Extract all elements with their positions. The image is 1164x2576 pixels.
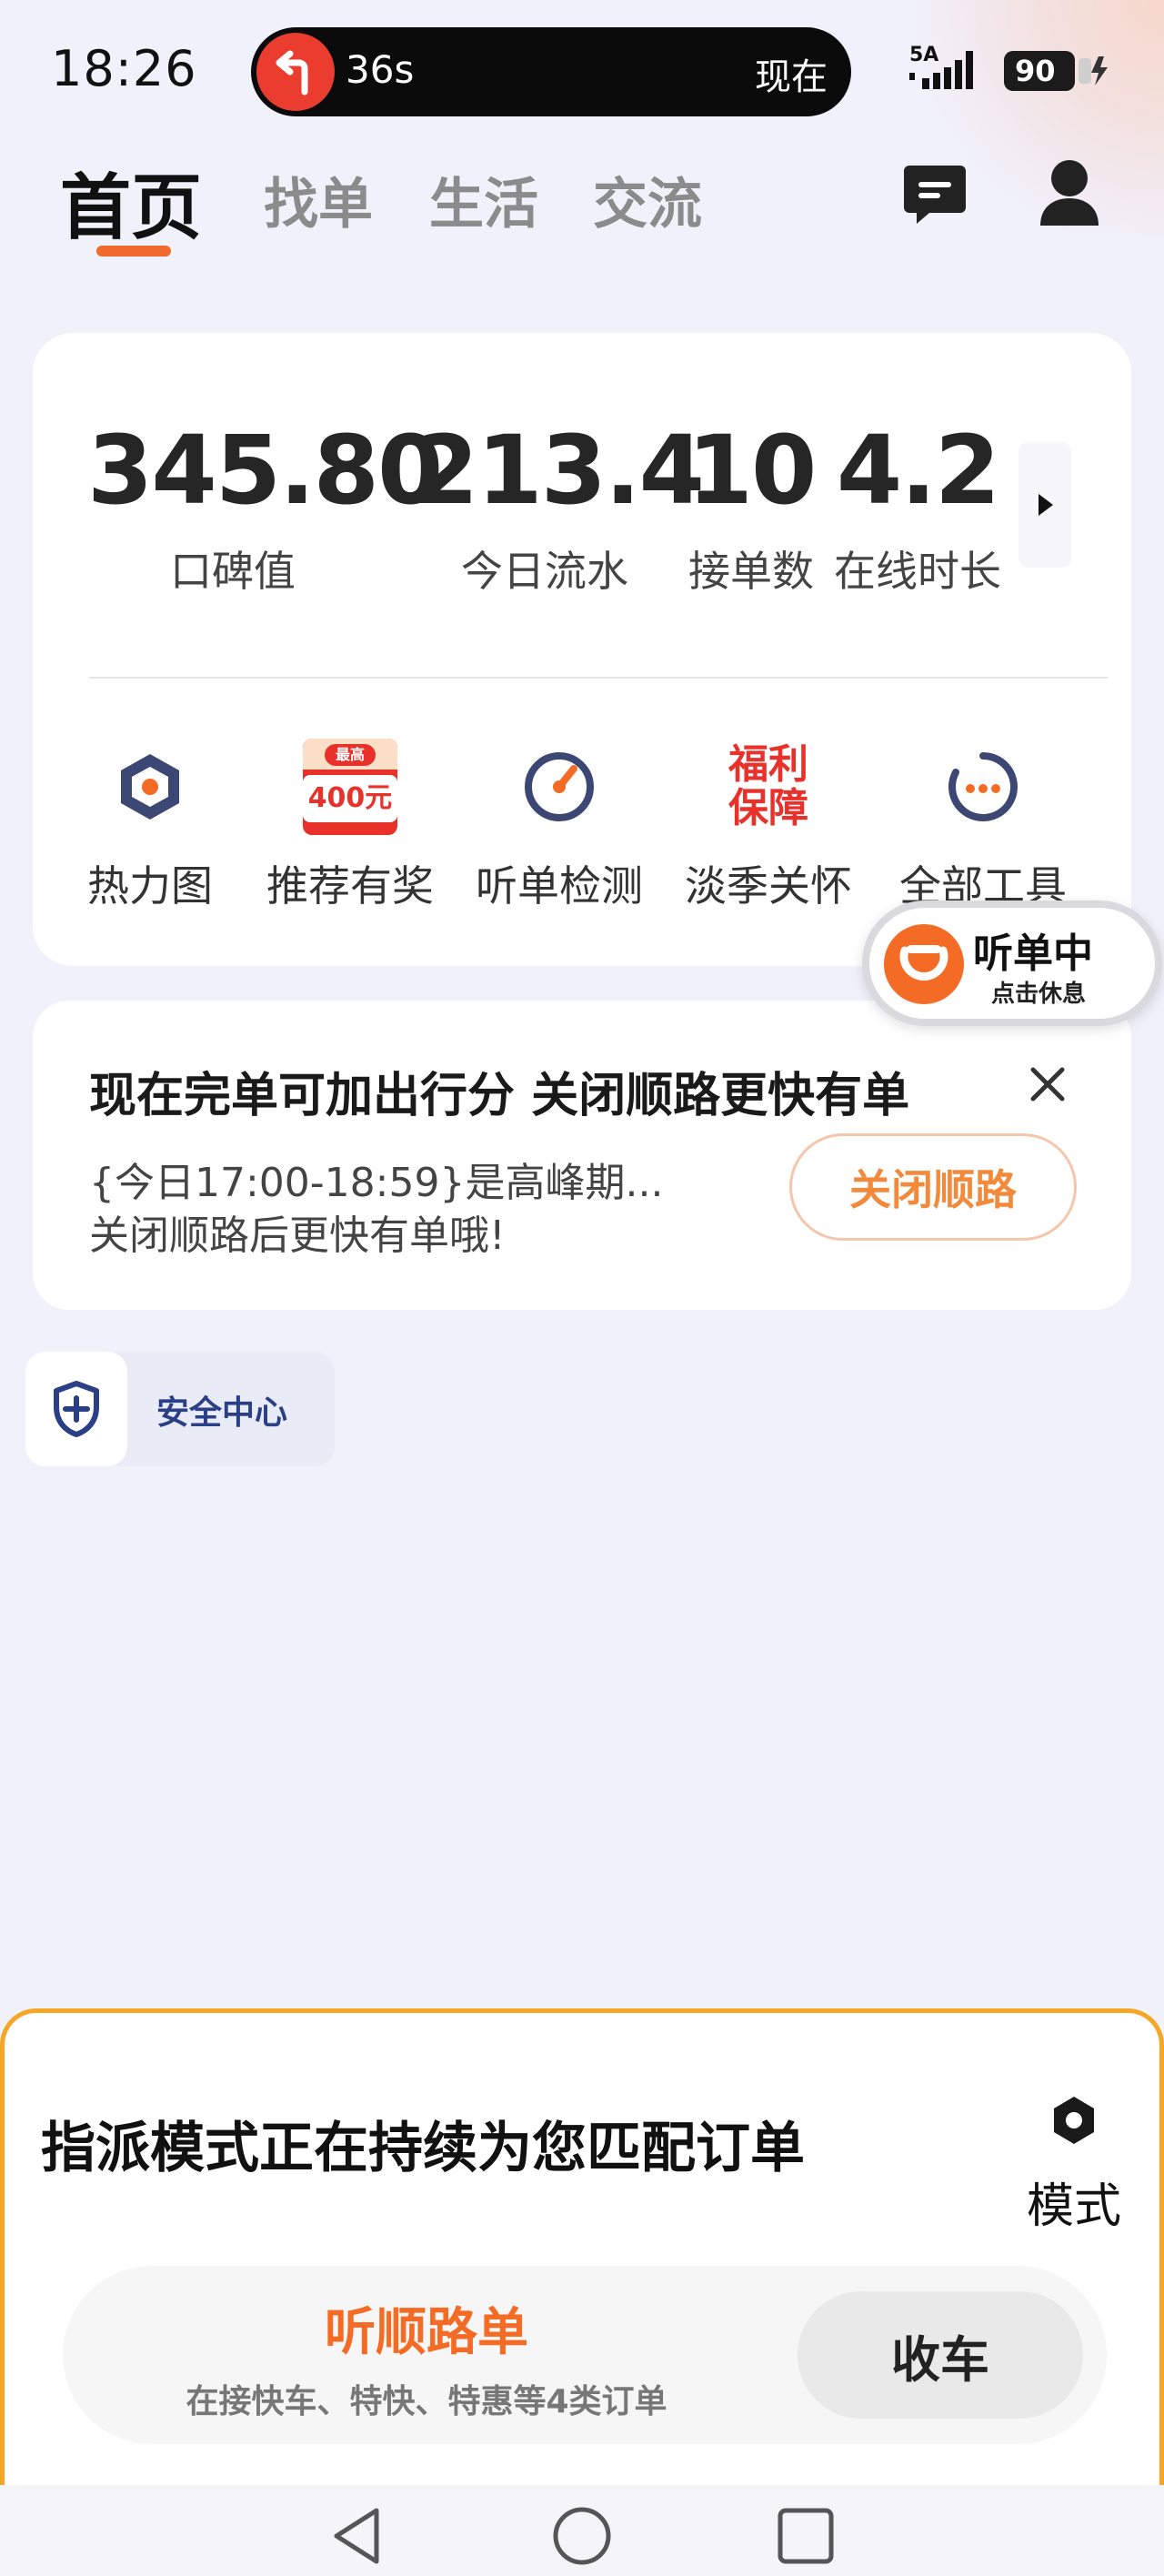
status-bar: 18:26 36s 现在 5A 90 — [0, 0, 1164, 146]
stat-order-count[interactable]: 10 接单数 — [669, 420, 833, 599]
stat-today-revenue[interactable]: 213.4 今日流水 — [413, 415, 705, 599]
stat-label: 接单数 — [688, 547, 814, 596]
stats-more-button[interactable] — [1018, 442, 1071, 568]
badge-value: 400元 — [303, 775, 397, 822]
heatmap-icon — [100, 737, 200, 837]
system-nav-bar — [0, 2485, 1164, 2576]
tab-life[interactable]: 生活 — [429, 160, 538, 239]
tool-referral-reward[interactable]: 最高 400元 推荐有奖 — [255, 737, 446, 913]
message-icon[interactable] — [900, 160, 969, 229]
mode-label[interactable]: 模式 — [1027, 2168, 1121, 2236]
notice-line-2: 关闭顺路后更快有单哦! — [89, 1213, 506, 1259]
more-dots-icon — [933, 737, 1033, 837]
tool-label: 听单检测 — [476, 861, 643, 911]
route-subtitle: 在接快车、特快、特惠等4类订单 — [186, 2383, 667, 2420]
welfare-badge-text: 福利保障 — [728, 741, 808, 831]
route-order-bar[interactable]: 听顺路单 在接快车、特快、特惠等4类订单 收车 — [63, 2266, 1107, 2444]
stat-value: 213.4 — [413, 415, 705, 526]
nav-now: 现在 — [755, 56, 828, 98]
home-icon[interactable] — [551, 2505, 613, 2567]
tool-all-tools[interactable]: 全部工具 — [888, 737, 1079, 913]
tool-heatmap[interactable]: 热力图 — [55, 737, 246, 913]
shield-icon — [25, 1352, 127, 1466]
stat-value: 4.2 — [836, 415, 1000, 526]
stats-card: 345.80 口碑值 213.4 今日流水 10 接单数 4.2 在线时长 热力… — [33, 333, 1131, 966]
notice-title: 现在完单可加出行分 关闭顺路更快有单 — [89, 1069, 910, 1123]
tool-label: 热力图 — [87, 861, 213, 911]
safety-center-button[interactable]: 安全中心 — [25, 1352, 335, 1466]
notice-line-1: {今日17:00-18:59}是高峰期... — [89, 1160, 664, 1206]
nav-eta: 36s — [346, 47, 415, 92]
stat-online-hours[interactable]: 4.2 在线时长 — [822, 420, 1013, 599]
stat-label: 今日流水 — [461, 547, 628, 596]
mode-icon[interactable] — [1038, 2084, 1110, 2157]
stat-label: 口碑值 — [170, 547, 296, 596]
divider — [89, 677, 1108, 679]
referral-reward-icon: 最高 400元 — [300, 737, 400, 837]
tab-home[interactable]: 首页 — [60, 151, 202, 253]
close-route-button[interactable]: 关闭顺路 — [789, 1133, 1077, 1241]
play-arrow-icon — [1039, 494, 1053, 516]
stat-label: 在线时长 — [834, 547, 1001, 596]
close-icon[interactable] — [1020, 1057, 1075, 1112]
listening-status-button[interactable]: 听单中 点击休息 — [862, 901, 1162, 1026]
stat-reputation[interactable]: 345.80 口碑值 — [87, 415, 443, 599]
listening-subtitle: 点击休息 — [991, 981, 1087, 1008]
go-offline-button[interactable]: 收车 — [798, 2291, 1083, 2419]
charging-icon — [1079, 55, 1109, 87]
route-title: 听顺路单 — [325, 2303, 528, 2362]
tool-offseason-care[interactable]: 福利保障 淡季关怀 — [673, 737, 864, 913]
battery-level: 90 — [1004, 51, 1075, 91]
profile-icon[interactable] — [1037, 156, 1102, 229]
recents-icon[interactable] — [775, 2505, 837, 2567]
dispatch-panel: 指派模式正在持续为您匹配订单 模式 听顺路单 在接快车、特快、特惠等4类订单 收… — [0, 2008, 1164, 2500]
safety-center-label: 安全中心 — [156, 1394, 288, 1432]
turn-left-icon — [256, 33, 335, 111]
notice-card: 现在完单可加出行分 关闭顺路更快有单 {今日17:00-18:59}是高峰期..… — [33, 1001, 1131, 1310]
stat-value: 345.80 — [87, 415, 443, 526]
tool-label: 淡季关怀 — [685, 861, 852, 911]
tab-find-orders[interactable]: 找单 — [264, 160, 373, 239]
tool-order-check[interactable]: 听单检测 — [464, 737, 655, 913]
welfare-icon: 福利保障 — [718, 737, 818, 837]
gauge-icon — [509, 737, 609, 837]
badge-top: 最高 — [325, 744, 376, 766]
tool-label: 推荐有奖 — [266, 861, 434, 911]
listening-title: 听单中 — [973, 931, 1093, 977]
signal-icon: 5A — [909, 45, 997, 91]
navigation-pill[interactable]: 36s 现在 — [251, 27, 851, 116]
dispatch-title: 指派模式正在持续为您匹配订单 — [41, 2117, 805, 2180]
back-icon[interactable] — [327, 2505, 389, 2567]
tab-community[interactable]: 交流 — [593, 160, 702, 239]
top-nav: 首页 找单 生活 交流 — [0, 146, 1164, 273]
active-tab-indicator — [96, 246, 171, 257]
didi-logo-icon — [884, 924, 964, 1004]
stat-value: 10 — [687, 415, 818, 526]
status-time: 18:26 — [51, 40, 197, 97]
